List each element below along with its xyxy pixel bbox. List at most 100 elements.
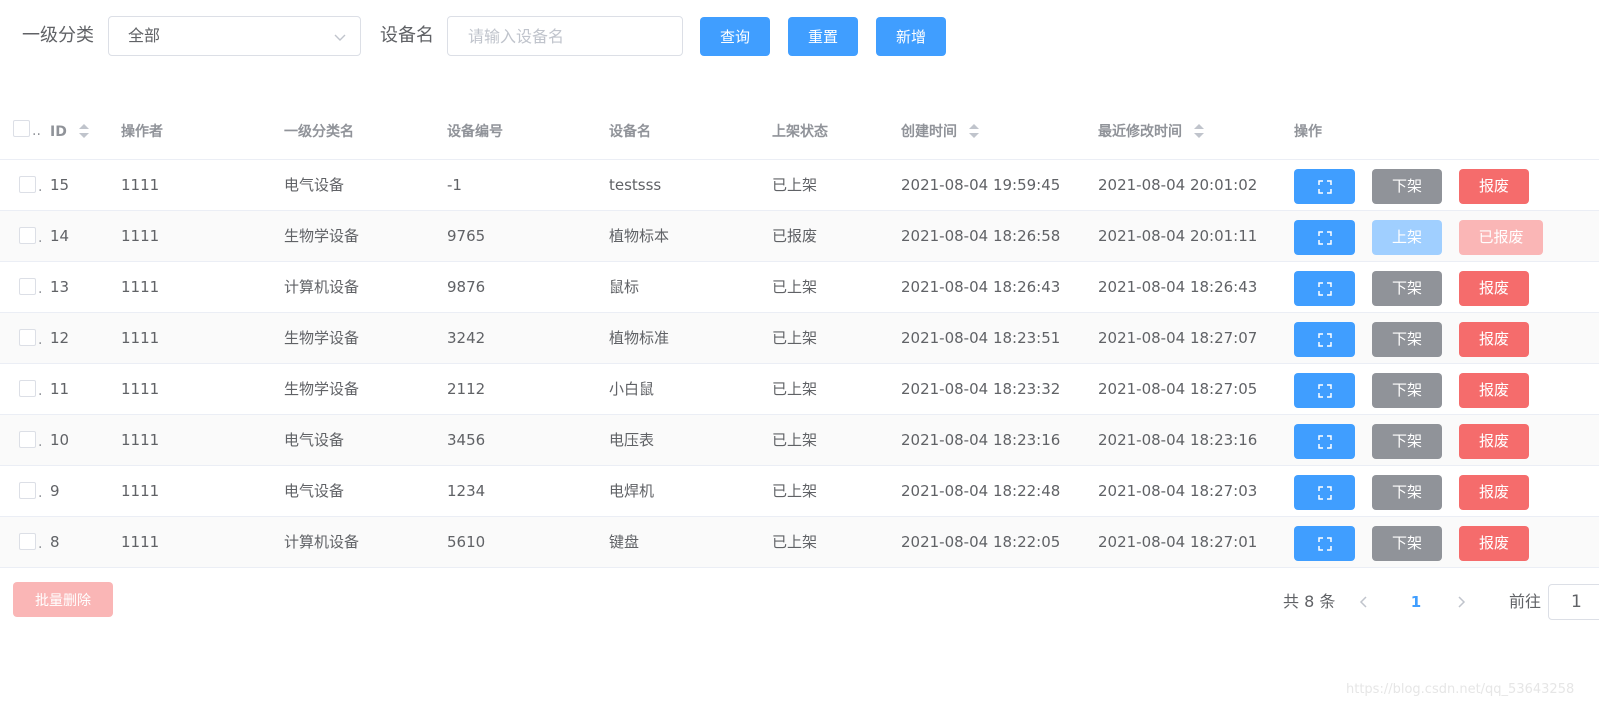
sort-caret-icon[interactable] (1193, 122, 1205, 140)
cell-shelf-status: 已上架 (772, 329, 818, 347)
category-filter-label: 一级分类 (22, 25, 94, 46)
view-button[interactable] (1294, 169, 1355, 204)
expand-icon (1317, 230, 1332, 245)
unshelve-button[interactable]: 下架 (1372, 169, 1442, 204)
cell-id: 11 (50, 380, 70, 398)
column-header-actions: 操作 (1294, 124, 1322, 140)
cell-modified-time: 2021-08-04 20:01:11 (1098, 227, 1258, 245)
unshelve-button[interactable]: 下架 (1372, 373, 1442, 408)
cell-category: 计算机设备 (284, 533, 360, 551)
sort-caret-icon[interactable] (78, 122, 90, 140)
row-checkbox-ellipsis: . (38, 179, 43, 195)
row-checkbox-ellipsis: . (38, 434, 43, 450)
column-header-id[interactable]: ID (50, 104, 90, 160)
scrap-button[interactable]: 报废 (1459, 271, 1529, 306)
cell-device-name: 植物标准 (609, 329, 670, 347)
cell-modified-time: 2021-08-04 18:26:43 (1098, 278, 1258, 296)
cell-id: 15 (50, 176, 70, 194)
reset-button[interactable]: 重置 (788, 17, 858, 56)
scrap-button[interactable]: 报废 (1459, 373, 1529, 408)
scrap-button[interactable]: 报废 (1459, 169, 1529, 204)
row-checkbox-ellipsis: . (38, 332, 43, 348)
cell-created-time: 2021-08-04 18:26:58 (901, 227, 1061, 245)
chevron-right-icon[interactable] (1454, 595, 1468, 609)
cell-category: 生物学设备 (284, 227, 360, 245)
row-checkbox[interactable] (19, 380, 36, 397)
row-checkbox[interactable] (19, 278, 36, 295)
table-row: . 13 1111 计算机设备 9876 鼠标 已上架 2021-08-04 1… (0, 262, 1599, 313)
cell-id: 10 (50, 431, 70, 449)
batch-delete-button: 批量删除 (13, 582, 113, 617)
cell-device-code: 1234 (447, 482, 486, 500)
cell-id: 9 (50, 482, 60, 500)
row-checkbox-ellipsis: . (38, 281, 43, 297)
pagination-jump-input[interactable] (1548, 584, 1599, 620)
scrap-button[interactable]: 报废 (1459, 475, 1529, 510)
column-header-modified-time[interactable]: 最近修改时间 (1098, 104, 1205, 160)
add-button[interactable]: 新增 (876, 17, 946, 56)
view-button[interactable] (1294, 322, 1355, 357)
cell-operator: 1111 (121, 176, 160, 194)
cell-category: 计算机设备 (284, 278, 360, 296)
view-button[interactable] (1294, 373, 1355, 408)
scrap-button[interactable]: 报废 (1459, 322, 1529, 357)
column-header-device-code: 设备编号 (447, 124, 503, 140)
scrap-button[interactable]: 报废 (1459, 424, 1529, 459)
cell-category: 电气设备 (284, 431, 345, 449)
unshelve-button[interactable]: 下架 (1372, 271, 1442, 306)
cell-modified-time: 2021-08-04 18:27:07 (1098, 329, 1258, 347)
row-checkbox[interactable] (19, 431, 36, 448)
chevron-left-icon[interactable] (1357, 595, 1371, 609)
scrapped-button-disabled: 已报废 (1459, 220, 1543, 255)
column-header-shelf-status: 上架状态 (772, 124, 828, 140)
cell-category: 生物学设备 (284, 380, 360, 398)
category-select-value: 全部 (128, 26, 161, 45)
cell-device-code: 3456 (447, 431, 486, 449)
cell-device-code: 5610 (447, 533, 486, 551)
row-checkbox-ellipsis: . (38, 485, 43, 501)
cell-created-time: 2021-08-04 19:59:45 (901, 176, 1061, 194)
unshelve-button[interactable]: 下架 (1372, 322, 1442, 357)
cell-id: 13 (50, 278, 70, 296)
device-table: .. ID 操作者 一级分类名 设备编号 设备名 上架状态 创建时间 最近修改时… (0, 104, 1599, 568)
select-all-checkbox[interactable] (13, 120, 30, 137)
row-checkbox[interactable] (19, 329, 36, 346)
view-button[interactable] (1294, 526, 1355, 561)
cell-device-name: testsss (609, 176, 662, 194)
cell-shelf-status: 已上架 (772, 431, 818, 449)
unshelve-button[interactable]: 下架 (1372, 475, 1442, 510)
row-checkbox[interactable] (19, 533, 36, 550)
column-header-created-time[interactable]: 创建时间 (901, 104, 980, 160)
view-button[interactable] (1294, 271, 1355, 306)
expand-icon (1317, 485, 1332, 500)
device-name-filter-label: 设备名 (380, 25, 434, 46)
expand-icon (1317, 383, 1332, 398)
cell-category: 生物学设备 (284, 329, 360, 347)
cell-device-code: 9765 (447, 227, 486, 245)
table-row: . 10 1111 电气设备 3456 电压表 已上架 2021-08-04 1… (0, 415, 1599, 466)
row-checkbox[interactable] (19, 176, 36, 193)
unshelve-button[interactable]: 下架 (1372, 424, 1442, 459)
scrap-button[interactable]: 报废 (1459, 526, 1529, 561)
unshelve-button[interactable]: 下架 (1372, 526, 1442, 561)
category-select[interactable]: 全部 (108, 16, 361, 56)
filter-bar: 一级分类 全部 设备名 查询 重置 新增 (0, 0, 1599, 72)
view-button[interactable] (1294, 475, 1355, 510)
cell-device-name: 电压表 (609, 431, 655, 449)
sort-caret-icon[interactable] (968, 122, 980, 140)
device-name-input[interactable] (447, 16, 683, 56)
cell-operator: 1111 (121, 227, 160, 245)
cell-modified-time: 2021-08-04 20:01:02 (1098, 176, 1258, 194)
cell-device-code: 3242 (447, 329, 486, 347)
cell-device-code: 2112 (447, 380, 486, 398)
row-checkbox[interactable] (19, 227, 36, 244)
view-button[interactable] (1294, 424, 1355, 459)
cell-created-time: 2021-08-04 18:26:43 (901, 278, 1061, 296)
search-button[interactable]: 查询 (700, 17, 770, 56)
cell-operator: 1111 (121, 329, 160, 347)
column-header-device-name: 设备名 (609, 124, 651, 140)
view-button[interactable] (1294, 220, 1355, 255)
cell-shelf-status: 已上架 (772, 380, 818, 398)
row-checkbox[interactable] (19, 482, 36, 499)
pagination-page-current[interactable]: 1 (1404, 590, 1428, 614)
